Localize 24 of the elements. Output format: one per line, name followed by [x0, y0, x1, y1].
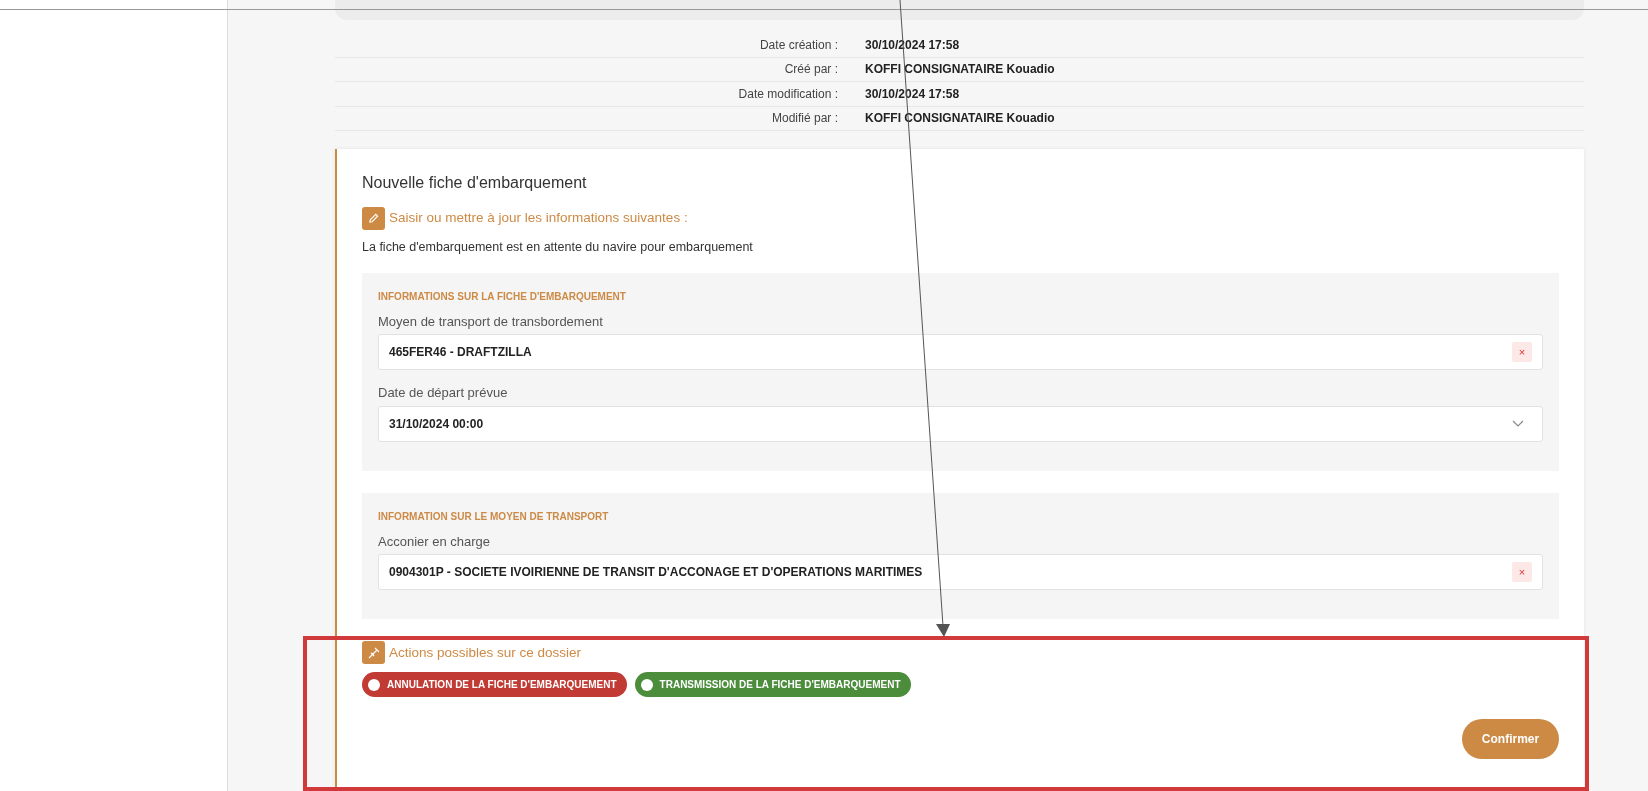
field-value: KOFFI CONSIGNATAIRE Kouadio [865, 110, 1055, 128]
select-field[interactable]: 465FER46 - DRAFTZILLA × [378, 334, 1543, 371]
clear-button[interactable]: × [1512, 342, 1532, 363]
field-label: Date création : [758, 36, 838, 54]
clear-button[interactable]: × [1512, 562, 1532, 583]
action-radio-button[interactable]: TRANSMISSION DE LA FICHE D'EMBARQUEMENT [634, 672, 911, 698]
field-label: Date de départ prévue [378, 384, 509, 403]
select-field[interactable]: 0904301P - SOCIETE IVOIRIENNE DE TRANSIT D'ACCONAGE ET D'OPERATIONS MARITIMES × [378, 554, 1543, 591]
section-heading: INFORMATIONS SUR LA FICHE D'EMBARQUEMENT [378, 289, 627, 304]
section-heading: INFORMATION SUR LE MOYEN DE TRANSPORT [378, 509, 610, 524]
field-label: Acconier en charge [378, 532, 491, 551]
instruction-text: Saisir ou mettre à jour les informations suivantes : [389, 209, 688, 228]
confirm-button[interactable]: Confirmer [1462, 719, 1559, 760]
select-field[interactable]: 31/10/2024 00:00 [378, 405, 1543, 442]
field-label: Moyen de transport de transbordement [378, 312, 604, 331]
form-title: Nouvelle fiche d'embarquement [362, 173, 588, 193]
action-radio-button[interactable]: ANNULATION DE LA FICHE D'EMBARQUEMENT [362, 672, 627, 698]
field-value: KOFFI CONSIGNATAIRE Kouadio [865, 61, 1055, 79]
status-text: La fiche d'embarquement est en attente du navire pour embarquement [362, 239, 754, 256]
field-label: Modifié par : [770, 110, 838, 128]
field-label: Créé par : [783, 61, 838, 79]
actions-heading: Actions possibles sur ce dossier [389, 643, 582, 662]
field-value: 30/10/2024 17:58 [865, 36, 960, 54]
field-label: Date modification : [737, 85, 838, 103]
